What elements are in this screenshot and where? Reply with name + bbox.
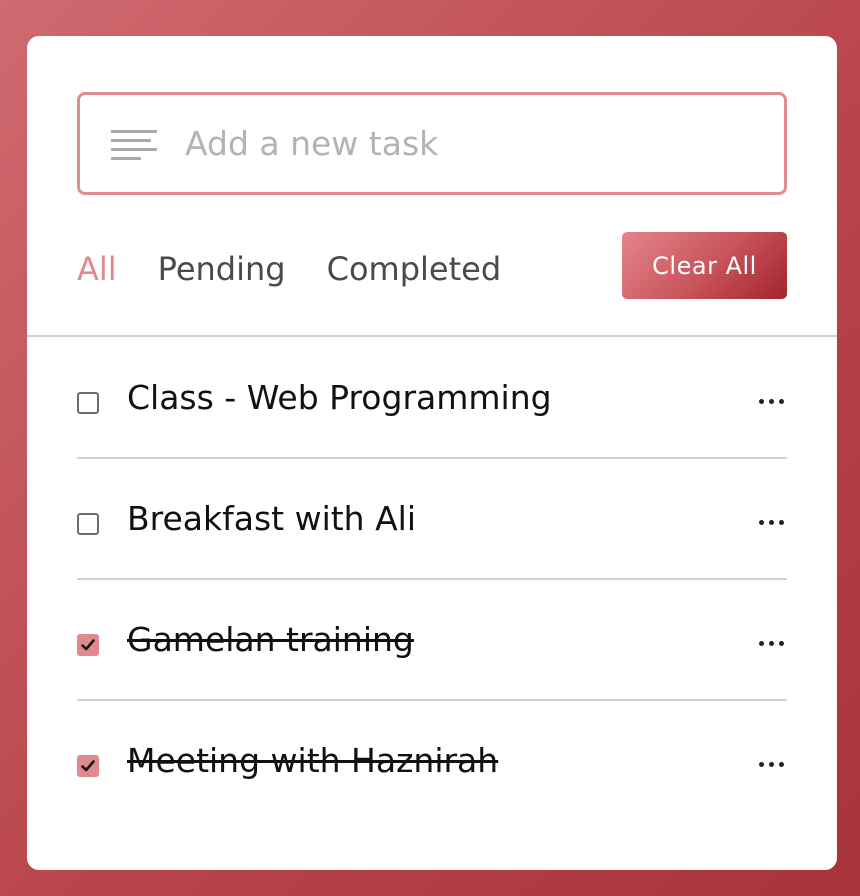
task-item: Meeting with Haznirah bbox=[77, 701, 787, 822]
task-text: Gamelan training bbox=[127, 620, 414, 659]
tab-all[interactable]: All bbox=[77, 250, 117, 288]
task-item: Gamelan training bbox=[77, 580, 787, 701]
checkmark-icon bbox=[81, 639, 95, 651]
task-input-box[interactable] bbox=[77, 92, 787, 195]
checkmark-icon bbox=[81, 760, 95, 772]
more-options-icon[interactable] bbox=[759, 751, 785, 777]
task-input[interactable] bbox=[185, 113, 765, 173]
task-checkbox[interactable] bbox=[77, 513, 99, 535]
task-text: Meeting with Haznirah bbox=[127, 741, 499, 780]
tab-pending[interactable]: Pending bbox=[158, 250, 286, 288]
task-checkbox[interactable] bbox=[77, 392, 99, 414]
task-checkbox[interactable] bbox=[77, 755, 99, 777]
more-options-icon[interactable] bbox=[759, 388, 785, 414]
clear-all-button[interactable]: Clear All bbox=[622, 232, 787, 299]
task-item: Breakfast with Ali bbox=[77, 459, 787, 580]
divider bbox=[27, 335, 837, 337]
more-options-icon[interactable] bbox=[759, 509, 785, 535]
task-list: Class - Web Programming Breakfast with A… bbox=[77, 338, 787, 822]
filter-tabs: All Pending Completed bbox=[77, 244, 542, 294]
task-text: Breakfast with Ali bbox=[127, 499, 416, 538]
tab-completed[interactable]: Completed bbox=[327, 250, 502, 288]
text-lines-icon bbox=[111, 130, 157, 160]
task-checkbox[interactable] bbox=[77, 634, 99, 656]
more-options-icon[interactable] bbox=[759, 630, 785, 656]
todo-card: All Pending Completed Clear All Class - … bbox=[27, 36, 837, 870]
task-item: Class - Web Programming bbox=[77, 338, 787, 459]
task-text: Class - Web Programming bbox=[127, 378, 552, 417]
